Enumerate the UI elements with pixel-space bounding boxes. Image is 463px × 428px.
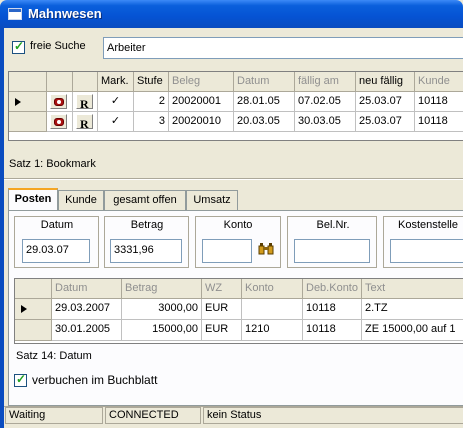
tab-posten[interactable]: Posten — [8, 188, 58, 211]
record-icon — [54, 118, 64, 126]
row-indicator[interactable] — [15, 299, 52, 320]
table-row-action[interactable]: R — [73, 92, 98, 112]
current-row-arrow-icon — [21, 305, 27, 313]
grid-corner — [9, 72, 47, 92]
datum-cell[interactable]: 20.03.05 — [234, 112, 295, 132]
status-text: kein Status — [203, 407, 463, 424]
binoculars-icon[interactable] — [258, 242, 274, 256]
table-row-action[interactable]: R — [73, 112, 98, 132]
column-header-faellig-am[interactable]: fällig am — [295, 72, 356, 92]
stufe-cell[interactable]: 3 — [134, 112, 169, 132]
free-search-label: freie Suche — [30, 40, 86, 52]
report-button[interactable]: R — [76, 94, 93, 111]
row-indicator[interactable] — [9, 112, 47, 132]
kunde-cell[interactable]: 10118 — [415, 92, 463, 112]
report-icon: R — [80, 97, 89, 111]
row-indicator[interactable] — [15, 320, 52, 341]
beleg-cell[interactable]: 20020010 — [169, 112, 234, 132]
posten-text-cell[interactable]: 2.TZ — [362, 299, 463, 320]
grid-corner — [15, 279, 52, 299]
grid-header-icons2 — [73, 72, 98, 92]
status-connection: CONNECTED — [105, 407, 201, 424]
buchblatt-checkbox[interactable] — [14, 372, 27, 387]
konto-label: Konto — [218, 218, 258, 232]
window-title: Mahnwesen — [28, 6, 102, 21]
column-header-wz[interactable]: WZ — [202, 279, 242, 299]
posten-betrag-cell[interactable]: 15000,00 — [122, 320, 202, 341]
bottom-grid-status: Satz 14: Datum — [16, 350, 92, 362]
buchblatt-label: verbuchen im Buchblatt — [32, 373, 158, 387]
posten-datum-cell[interactable]: 30.01.2005 — [52, 320, 122, 341]
report-icon: R — [80, 117, 89, 131]
window-icon — [8, 8, 22, 20]
datum-label: Datum — [35, 218, 79, 232]
status-state: Waiting — [5, 407, 103, 424]
kostenstelle-label: Kostenstelle — [393, 218, 463, 232]
faellig-cell[interactable]: 30.03.05 — [295, 112, 356, 132]
posten-deb-konto-cell[interactable]: 10118 — [303, 320, 362, 341]
tab-gesamt-offen[interactable]: gesamt offen — [104, 190, 186, 211]
faellig-cell[interactable]: 07.02.05 — [295, 92, 356, 112]
datum-cell[interactable]: 28.01.05 — [234, 92, 295, 112]
top-grid-status: Satz 1: Bookmark — [9, 158, 96, 170]
column-header-kunde[interactable]: Kunde — [415, 72, 463, 92]
column-header-beleg[interactable]: Beleg — [169, 72, 234, 92]
column-header-konto[interactable]: Konto — [242, 279, 303, 299]
column-header-datum[interactable]: Datum — [234, 72, 295, 92]
neu-faellig-cell[interactable]: 25.03.07 — [356, 92, 415, 112]
column-header-stufe[interactable]: Stufe — [134, 72, 169, 92]
belnr-input[interactable] — [294, 239, 370, 263]
stufe-cell[interactable]: 2 — [134, 92, 169, 112]
posten-konto-cell[interactable]: 1210 — [242, 320, 303, 341]
belnr-label: Bel.Nr. — [312, 218, 354, 232]
column-header-text[interactable]: Text — [362, 279, 463, 299]
report-button[interactable]: R — [76, 114, 93, 131]
search-input[interactable]: Arbeiter — [103, 37, 463, 59]
grid-header-icons — [47, 72, 73, 92]
column-header-betrag[interactable]: Betrag — [122, 279, 202, 299]
table-row-action[interactable] — [47, 112, 73, 132]
window-border — [0, 28, 4, 428]
current-row-arrow-icon — [15, 98, 21, 106]
table-row-action[interactable] — [47, 92, 73, 112]
mark-cell[interactable]: ✓ — [98, 92, 134, 112]
posten-betrag-cell[interactable]: 3000,00 — [122, 299, 202, 320]
kunde-cell[interactable]: 10118 — [415, 112, 463, 132]
neu-faellig-cell[interactable]: 25.03.07 — [356, 112, 415, 132]
posten-wz-cell[interactable]: EUR — [202, 320, 242, 341]
record-button[interactable] — [50, 114, 67, 129]
tab-kunde[interactable]: Kunde — [58, 190, 104, 211]
free-search-checkbox[interactable] — [12, 39, 25, 54]
kostenstelle-input[interactable] — [390, 239, 463, 263]
betrag-input[interactable]: 3331,96 — [110, 239, 182, 263]
posten-text-cell[interactable]: ZE 15000,00 auf 1 — [362, 320, 463, 341]
posten-deb-konto-cell[interactable]: 10118 — [303, 299, 362, 320]
section-divider — [4, 178, 463, 180]
posten-datum-cell[interactable]: 29.03.2007 — [52, 299, 122, 320]
record-icon — [54, 98, 64, 106]
column-header-neu-faellig[interactable]: neu fällig — [356, 72, 415, 92]
posten-wz-cell[interactable]: EUR — [202, 299, 242, 320]
row-indicator[interactable] — [9, 92, 47, 112]
datum-input[interactable]: 29.03.07 — [22, 239, 90, 263]
beleg-cell[interactable]: 20020001 — [169, 92, 234, 112]
posten-konto-cell[interactable] — [242, 299, 303, 320]
column-header-datum[interactable]: Datum — [52, 279, 122, 299]
posten-grid: Datum Betrag WZ Konto Deb.Konto Text 29.… — [14, 278, 463, 344]
record-button[interactable] — [50, 94, 67, 109]
column-header-deb-konto[interactable]: Deb.Konto — [303, 279, 362, 299]
mark-cell[interactable]: ✓ — [98, 112, 134, 132]
reminder-grid: Mark. Stufe Beleg Datum fällig am neu fä… — [8, 71, 463, 141]
konto-input[interactable] — [202, 239, 252, 263]
tab-umsatz[interactable]: Umsatz — [186, 190, 238, 211]
column-header-mark[interactable]: Mark. — [98, 72, 134, 92]
betrag-label: Betrag — [122, 218, 172, 232]
